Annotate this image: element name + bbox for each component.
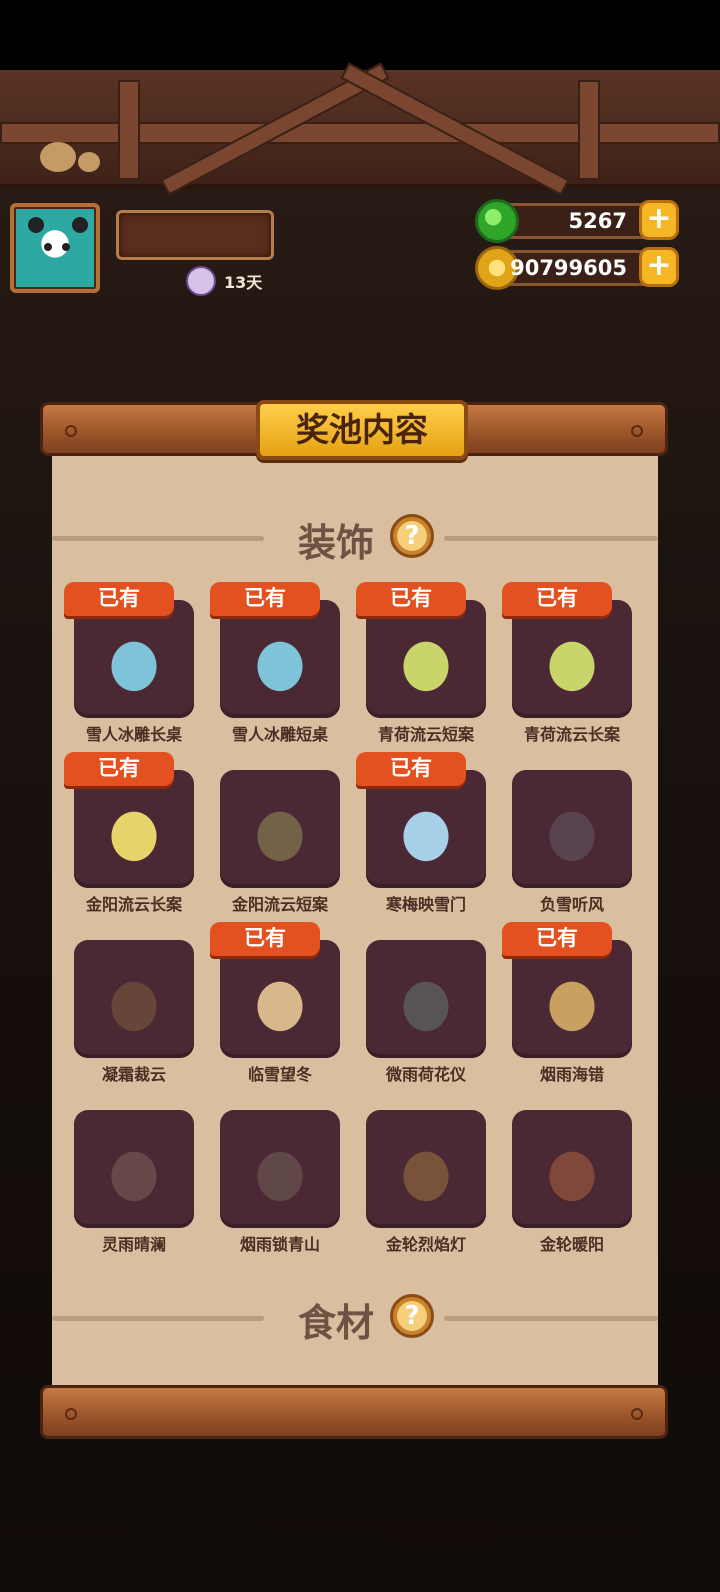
character-head-icon	[186, 266, 216, 296]
decor-item[interactable]: 已有寒梅映雪门	[352, 752, 486, 914]
owned-badge: 已有	[502, 922, 612, 956]
item-tile	[74, 940, 194, 1058]
decoration-icon	[391, 1138, 461, 1202]
item-name: 凝霜裁云	[101, 1065, 166, 1084]
section-header-decor: 装饰 ?	[52, 512, 658, 565]
item-tile	[366, 770, 486, 888]
decoration-icon	[537, 628, 607, 692]
item-name: 负雪听风	[539, 895, 604, 914]
decor-item[interactable]: 已有金阳流云长案	[60, 752, 194, 914]
item-tile	[220, 940, 340, 1058]
decor-item[interactable]: 负雪听风	[498, 752, 632, 914]
decor-item[interactable]: 已有雪人冰雕长桌	[60, 582, 194, 744]
item-tile	[366, 600, 486, 718]
coin-value: 90799605	[510, 256, 627, 280]
decoration-icon	[99, 968, 169, 1032]
item-name: 金轮暖阳	[539, 1235, 604, 1254]
item-tile	[512, 770, 632, 888]
decoration-icon	[391, 798, 461, 862]
item-tile	[74, 600, 194, 718]
owned-badge: 已有	[64, 582, 174, 616]
item-tile	[366, 940, 486, 1058]
decor-item[interactable]: 金阳流云短案	[206, 752, 340, 914]
decor-item[interactable]: 凝霜裁云	[60, 922, 194, 1084]
decor-item[interactable]: 已有青荷流云长案	[498, 582, 632, 744]
owned-badge: 已有	[210, 582, 320, 616]
decor-item[interactable]: 金轮烈焰灯	[352, 1092, 486, 1254]
item-tile	[512, 600, 632, 718]
player-avatar[interactable]	[10, 203, 100, 293]
panel-title: 奖池内容	[256, 400, 468, 460]
owned-badge: 已有	[356, 752, 466, 786]
decoration-icon	[99, 628, 169, 692]
decor-item[interactable]: 已有青荷流云短案	[352, 582, 486, 744]
chick-decoration	[78, 152, 100, 172]
item-tile	[220, 600, 340, 718]
decoration-icon	[391, 628, 461, 692]
section-header-food: 食材 ?	[52, 1292, 658, 1345]
owned-badge: 已有	[64, 752, 174, 786]
owned-badge: 已有	[502, 582, 612, 616]
decoration-icon	[245, 1138, 315, 1202]
decor-item[interactable]: 已有雪人冰雕短桌	[206, 582, 340, 744]
item-name: 金阳流云短案	[231, 895, 328, 914]
decor-item[interactable]: 灵雨晴澜	[60, 1092, 194, 1254]
gem-value: 5267	[568, 209, 627, 233]
days-count: 13天	[224, 273, 263, 292]
item-name: 临雪望冬	[247, 1065, 312, 1084]
item-tile	[512, 940, 632, 1058]
item-tile	[74, 1110, 194, 1228]
item-tile	[366, 1110, 486, 1228]
item-name: 青荷流云长案	[523, 725, 620, 744]
section-title-food: 食材	[298, 1301, 375, 1345]
jade-gem-icon	[475, 199, 519, 243]
section-title-decor: 装饰	[298, 521, 375, 565]
decor-item[interactable]: 已有临雪望冬	[206, 922, 340, 1084]
owned-badge: 已有	[356, 582, 466, 616]
decoration-icon	[537, 798, 607, 862]
decor-item[interactable]: 微雨荷花仪	[352, 922, 486, 1084]
roof-rafters	[0, 62, 720, 196]
add-gems-button[interactable]: +	[639, 200, 679, 240]
login-days: 13天	[186, 266, 262, 296]
decoration-icon	[537, 1138, 607, 1202]
gem-counter: 5267 +	[475, 199, 679, 243]
add-coins-button[interactable]: +	[639, 247, 679, 287]
help-button-decor[interactable]: ?	[390, 514, 434, 558]
item-name: 微雨荷花仪	[385, 1065, 466, 1084]
item-name: 寒梅映雪门	[385, 895, 466, 914]
decoration-icon	[245, 968, 315, 1032]
item-tile	[74, 770, 194, 888]
item-name: 金阳流云长案	[85, 895, 182, 914]
help-button-food[interactable]: ?	[390, 1294, 434, 1338]
item-tile	[220, 1110, 340, 1228]
player-name-box[interactable]	[116, 210, 274, 260]
item-name: 雪人冰雕短桌	[231, 725, 328, 744]
decoration-icon	[99, 798, 169, 862]
item-name: 灵雨晴澜	[101, 1235, 166, 1254]
decoration-icon	[537, 968, 607, 1032]
item-name: 金轮烈焰灯	[385, 1235, 466, 1254]
item-name: 青荷流云短案	[377, 725, 474, 744]
decor-item[interactable]: 已有烟雨海错	[498, 922, 632, 1084]
decoration-icon	[245, 798, 315, 862]
decoration-icon	[245, 628, 315, 692]
item-name: 雪人冰雕长桌	[85, 725, 182, 744]
decoration-icon	[99, 1138, 169, 1202]
coin-counter: 90799605 +	[475, 246, 679, 290]
item-tile	[220, 770, 340, 888]
decor-item[interactable]: 烟雨锁青山	[206, 1092, 340, 1254]
owned-badge: 已有	[210, 922, 320, 956]
scroll-bottom-rod	[40, 1385, 668, 1439]
item-name: 烟雨海错	[539, 1065, 604, 1084]
item-tile	[512, 1110, 632, 1228]
decoration-icon	[391, 968, 461, 1032]
item-name: 烟雨锁青山	[239, 1235, 320, 1254]
decor-item[interactable]: 金轮暖阳	[498, 1092, 632, 1254]
chick-decoration	[40, 142, 76, 172]
